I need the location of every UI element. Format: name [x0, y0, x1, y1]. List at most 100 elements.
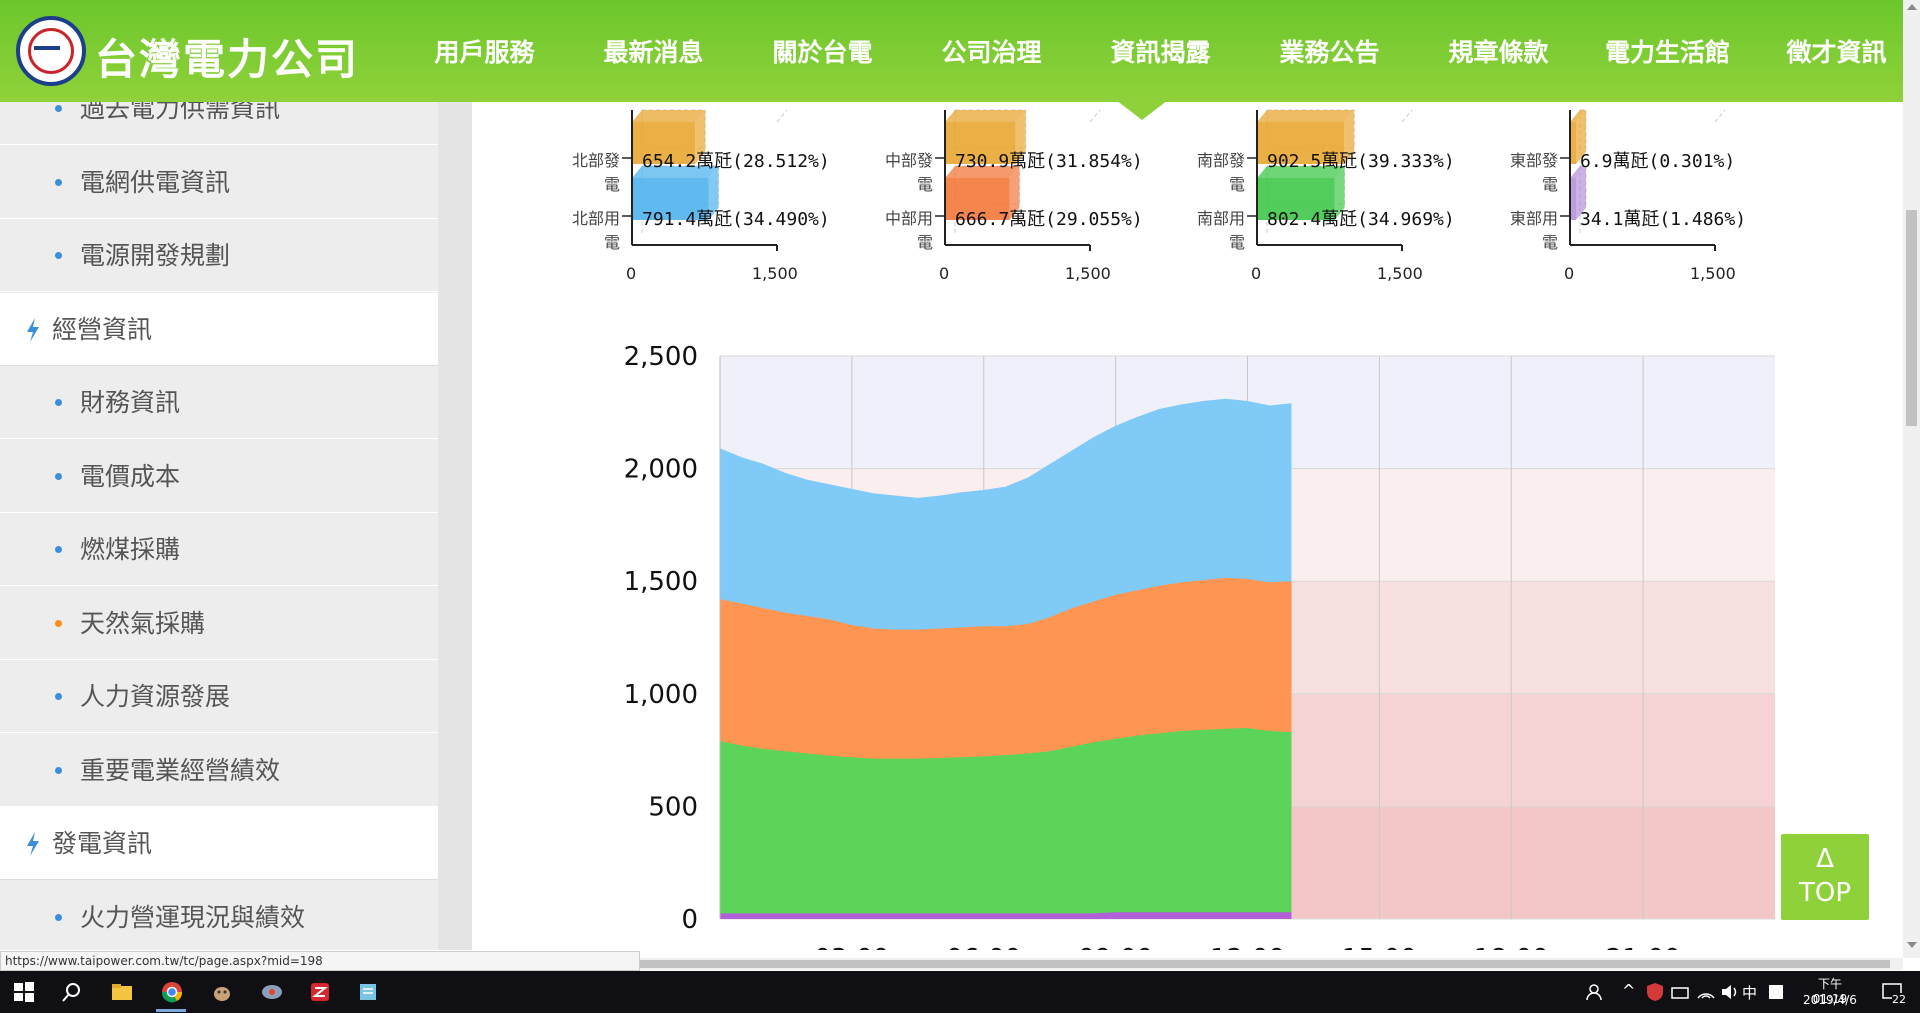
sidebar-item[interactable]: 天然氣採購: [0, 586, 438, 660]
windows-taskbar: ^ 中 下午 01:19 2019/4/6 22: [0, 971, 1920, 1013]
sidebar-label: 經營資訊: [52, 314, 153, 344]
scroll-thumb[interactable]: [1906, 210, 1917, 426]
nav-item[interactable]: 用戶服務: [400, 0, 569, 102]
volume-icon[interactable]: [1718, 980, 1742, 1004]
bullet-icon: [55, 766, 62, 774]
hscroll-thumb[interactable]: [640, 960, 1890, 968]
axis-tick-max: 1,500: [752, 264, 798, 283]
nav-item[interactable]: 公司治理: [907, 0, 1076, 102]
sidebar-gutter: [438, 102, 472, 950]
ime-indicator[interactable]: 中: [1742, 982, 1757, 1003]
bullet-icon: [55, 619, 62, 627]
consumption-label: 北部用電: [571, 209, 620, 252]
region-panel: 東部發電 6.9萬瓩(0.301%) 東部用電 34.1萬瓩(1.486%) 0 1,50…: [1500, 102, 1810, 292]
ime-mode-icon[interactable]: [1764, 980, 1788, 1004]
nav-item[interactable]: 規章條款: [1414, 0, 1583, 102]
sidebar-item[interactable]: 電源開發規劃: [0, 219, 438, 292]
sidebar-label: 電源開發規劃: [80, 241, 231, 270]
network-tray-icon[interactable]: [1668, 980, 1692, 1004]
axis-tick-min: 0: [1564, 264, 1575, 283]
nav-item[interactable]: 關於台電: [738, 0, 907, 102]
bullet-icon: [55, 472, 62, 480]
region-panel: 中部發電 730.9萬瓩(31.854%) 中部用電 666.7萬瓩(29.055%)…: [875, 102, 1185, 292]
windows-start-icon[interactable]: [12, 980, 36, 1004]
generation-value: 902.5萬瓩(39.333%): [1267, 151, 1455, 172]
app-icon-notebook[interactable]: [356, 980, 380, 1004]
bullet-icon: [55, 178, 62, 186]
nav-item[interactable]: 徵才資訊: [1752, 0, 1920, 102]
area-series: [720, 728, 1292, 919]
main-nav: 用戶服務 最新消息 關於台電 公司治理 資訊揭露 業務公告 規章條款 電力生活館 徵才資訊: [400, 0, 1920, 102]
y-tick-label: 500: [648, 792, 698, 822]
consumption-label: 南部用電: [1196, 209, 1245, 252]
taipower-logo[interactable]: [16, 16, 86, 86]
people-icon[interactable]: [1584, 980, 1608, 1004]
sidebar-label: 天然氣採購: [80, 608, 206, 638]
region-bar-chart: [622, 109, 788, 251]
generation-label: 東部發電: [1509, 151, 1558, 194]
bullet-icon: [55, 693, 62, 700]
tray-chevron-icon[interactable]: ^: [1622, 981, 1635, 1000]
sidebar-item[interactable]: 火力營運現況與績效: [0, 880, 438, 950]
wifi-icon[interactable]: [1694, 980, 1718, 1004]
app-icon-animal[interactable]: [210, 980, 234, 1004]
active-nav-pointer: [1116, 100, 1168, 120]
back-to-top-button[interactable]: Δ TOP: [1781, 834, 1869, 920]
search-icon[interactable]: [60, 980, 84, 1004]
file-explorer-icon[interactable]: [110, 980, 134, 1004]
nav-item[interactable]: 業務公告: [1245, 0, 1414, 102]
app-icon-tool[interactable]: [260, 980, 284, 1004]
y-tick-label: 2,000: [624, 455, 698, 485]
x-tick-label: 18:00: [1474, 944, 1549, 950]
app-icon-red[interactable]: [308, 980, 332, 1004]
consumption-value: 666.7萬瓩(29.055%): [955, 209, 1143, 230]
chrome-icon[interactable]: [160, 980, 184, 1004]
sidebar-label: 過去電力供需資訊: [80, 102, 281, 123]
main-content: 北部發電 654.2萬瓩(28.512%) 北部用電 791.4萬瓩(34.490%)…: [472, 102, 1903, 950]
nav-item[interactable]: 資訊揭露: [1076, 0, 1245, 102]
bullet-icon: [55, 105, 62, 112]
region-panel: 北部發電 654.2萬瓩(28.512%) 北部用電 791.4萬瓩(34.490%)…: [562, 102, 872, 292]
lightning-icon: [27, 832, 39, 856]
generation-label: 南部發電: [1196, 151, 1245, 194]
sidebar-item[interactable]: 人力資源發展: [0, 660, 438, 733]
sidebar-label: 人力資源發展: [80, 682, 231, 711]
sidebar-item[interactable]: 電網供電資訊: [0, 145, 438, 219]
sidebar-label: 火力營運現況與績效: [80, 902, 306, 932]
region-bar-chart: [1560, 109, 1726, 251]
notification-count-badge: 22: [1892, 993, 1906, 1006]
y-tick-label: 1,000: [624, 680, 698, 710]
x-tick-label: 12:00: [1210, 944, 1285, 950]
logo-text[interactable]: 台灣電力公司: [95, 26, 359, 87]
sidebar-section[interactable]: 經營資訊: [0, 292, 438, 366]
sidebar-item[interactable]: 燃煤採購: [0, 513, 438, 586]
security-tray-icon[interactable]: [1643, 980, 1667, 1004]
generation-value: 730.9萬瓩(31.854%): [955, 151, 1143, 172]
sidebar-item[interactable]: 電價成本: [0, 439, 438, 513]
y-tick-label: 1,500: [624, 567, 698, 597]
sidebar-label: 財務資訊: [80, 388, 181, 417]
sidebar-item[interactable]: 重要電業經營績效: [0, 733, 438, 807]
consumption-label: 中部用電: [884, 209, 933, 252]
generation-label: 北部發電: [571, 151, 620, 194]
nav-item[interactable]: 最新消息: [569, 0, 738, 102]
sidebar-label: 電網供電資訊: [80, 167, 231, 197]
region-bar-chart: [935, 109, 1101, 251]
x-tick-label: 09:00: [1078, 944, 1153, 950]
sidebar-item[interactable]: 財務資訊: [0, 366, 438, 439]
x-tick-label: 15:00: [1342, 944, 1417, 950]
clock-date[interactable]: 2019/4/6: [1800, 993, 1860, 1007]
scroll-up-icon[interactable]: [1907, 4, 1917, 10]
axis-tick-max: 1,500: [1065, 264, 1111, 283]
axis-tick-min: 0: [1251, 264, 1262, 283]
sidebar-item[interactable]: 過去電力供需資訊: [0, 102, 438, 145]
nav-item[interactable]: 電力生活館: [1583, 0, 1752, 102]
sidebar: 過去電力供需資訊電網供電資訊 電源開發規劃經營資訊財務資訊電價成本 燃煤採購天然氣採…: [0, 102, 438, 950]
sidebar-section[interactable]: 發電資訊: [0, 807, 438, 880]
axis-tick-min: 0: [626, 264, 637, 283]
consumption-value: 34.1萬瓩(1.486%): [1580, 209, 1747, 230]
vertical-scrollbar[interactable]: [1903, 0, 1920, 958]
axis-tick-max: 1,500: [1690, 264, 1736, 283]
x-tick-label: 06:00: [946, 944, 1021, 950]
scroll-down-icon[interactable]: [1907, 942, 1917, 948]
